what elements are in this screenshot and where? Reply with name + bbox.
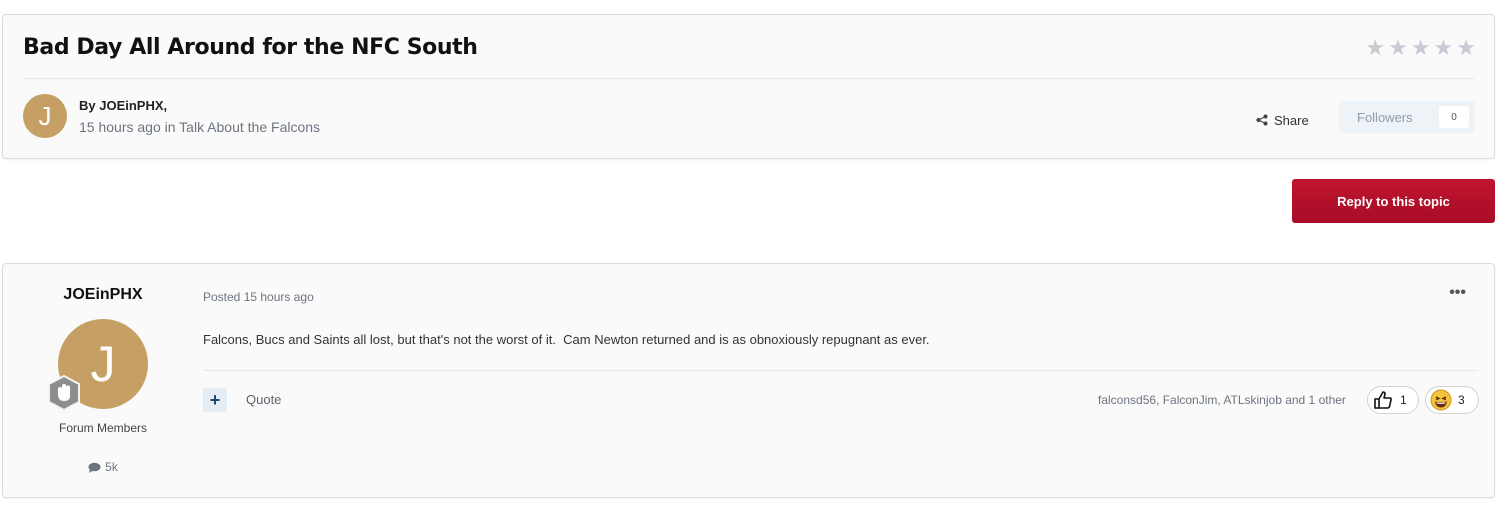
divider [203, 370, 1478, 371]
reaction-count: 3 [1458, 393, 1465, 407]
topic-header: Bad Day All Around for the NFC South ★ ★… [2, 14, 1495, 159]
reaction-users[interactable]: falconsd56, FalconJim, ATLskinjob and 1 … [1098, 393, 1346, 407]
rank-badge-icon [48, 374, 80, 412]
forum-link[interactable]: Talk About the Falcons [179, 119, 320, 135]
topic-time: 15 hours ago [79, 119, 161, 135]
star-icon[interactable]: ★ [1434, 37, 1454, 59]
reply-to-topic-button[interactable]: Reply to this topic [1292, 179, 1495, 223]
star-icon[interactable]: ★ [1365, 37, 1385, 59]
star-icon[interactable]: ★ [1456, 37, 1476, 59]
avatar[interactable]: J [23, 94, 67, 138]
divider [23, 78, 1474, 79]
post-count[interactable]: 5k [3, 460, 203, 474]
followers-count: 0 [1439, 106, 1469, 128]
more-options-icon[interactable]: ••• [1449, 284, 1466, 302]
posted-time: Posted 15 hours ago [203, 290, 314, 304]
in-label: in [164, 119, 176, 135]
post-author-name[interactable]: JOEinPHX [3, 286, 203, 304]
share-button[interactable]: Share [1256, 109, 1309, 131]
post: JOEinPHX J Forum Members 5k Posted 15 ho… [2, 263, 1495, 498]
multiquote-button[interactable]: + [203, 388, 227, 412]
share-icon [1256, 114, 1268, 126]
post-content: Falcons, Bucs and Saints all lost, but t… [203, 332, 930, 347]
member-group: Forum Members [58, 421, 147, 435]
page-title: Bad Day All Around for the NFC South [23, 35, 478, 60]
star-icon[interactable]: ★ [1388, 37, 1408, 59]
thumbs-up-icon [1374, 391, 1392, 409]
haha-icon [1430, 389, 1452, 411]
star-icon[interactable]: ★ [1411, 37, 1431, 59]
post-count-value: 5k [105, 460, 118, 474]
followers-button[interactable]: Followers 0 [1339, 101, 1475, 133]
quote-button[interactable]: Quote [246, 392, 281, 407]
comment-icon [88, 462, 101, 473]
followers-label: Followers [1357, 109, 1413, 125]
topic-rating[interactable]: ★ ★ ★ ★ ★ [1365, 37, 1476, 59]
reaction-haha[interactable]: 3 [1425, 386, 1479, 414]
reaction-like[interactable]: 1 [1367, 386, 1419, 414]
topic-meta: 15 hours ago in Talk About the Falcons [79, 119, 320, 135]
share-label: Share [1274, 112, 1309, 128]
reaction-count: 1 [1400, 393, 1407, 407]
author-byline[interactable]: By JOEinPHX, [79, 98, 167, 113]
